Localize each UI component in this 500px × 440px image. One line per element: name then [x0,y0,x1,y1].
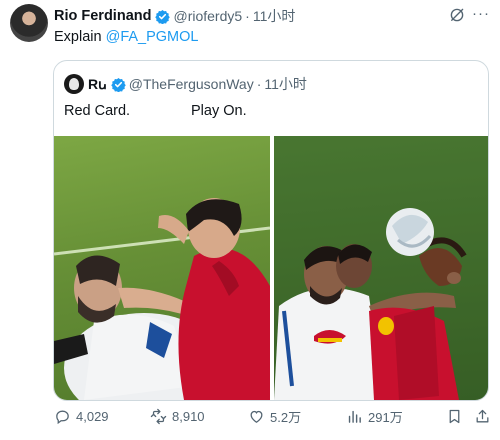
bookmark-button[interactable] [446,404,468,428]
media-image-right[interactable] [274,136,488,400]
reply-button[interactable]: 4,029 [54,404,109,428]
author-avatar[interactable] [10,4,48,42]
heart-icon [250,410,263,423]
views-chart-icon [348,410,361,423]
verified-badge-icon [155,9,171,24]
tweet-text-body: Explain [54,29,106,45]
tweet-text: Explain @FA_PGMOL [54,29,198,45]
mention-link[interactable]: @FA_PGMOL [106,29,199,45]
share-icon [476,409,489,422]
left-photo-illustration [54,198,270,400]
reply-icon [56,410,69,424]
quoted-tweet-card[interactable]: Rꭎ @TheFergusonWay · 11小时 Red Card. Play… [53,60,489,401]
separator-dot: · [245,8,250,24]
views-count: 291万 [368,409,403,425]
quote-author-avatar[interactable] [64,74,84,94]
quote-time[interactable]: 11小时 [264,74,307,94]
more-options-icon[interactable]: ··· [472,5,490,22]
retweet-icon [150,408,167,424]
action-bar: 4,029 8,910 5.2万 291万 [54,404,490,428]
quote-separator-dot: · [256,76,262,92]
quote-header: Rꭎ @TheFergusonWay · 11小时 [64,73,307,95]
author-handle[interactable]: @rioferdy5 [173,8,242,24]
right-photo-illustration [274,136,488,400]
tweet-header: Rio Ferdinand @rioferdy5 · 11小时 [54,6,488,26]
retweet-count: 8,910 [172,408,205,424]
quote-author-name[interactable]: Rꭎ [88,75,107,94]
bookmark-icon [449,409,460,423]
media-image-left[interactable] [54,136,270,400]
like-count: 5.2万 [270,409,302,425]
grok-icon[interactable] [448,6,466,24]
reply-count: 4,029 [76,408,109,424]
quote-text-red-card: Red Card. [64,103,131,119]
tweet-time[interactable]: 11小时 [253,6,296,26]
like-button[interactable]: 5.2万 [248,404,301,428]
views-button[interactable]: 291万 [346,404,403,428]
quote-author-handle[interactable]: @TheFergusonWay [129,76,254,92]
quote-text-play-on: Play On. [191,103,247,119]
quote-verified-badge-icon [111,77,126,92]
share-button[interactable] [474,404,496,428]
author-name[interactable]: Rio Ferdinand [54,8,151,24]
retweet-button[interactable]: 8,910 [150,404,205,428]
